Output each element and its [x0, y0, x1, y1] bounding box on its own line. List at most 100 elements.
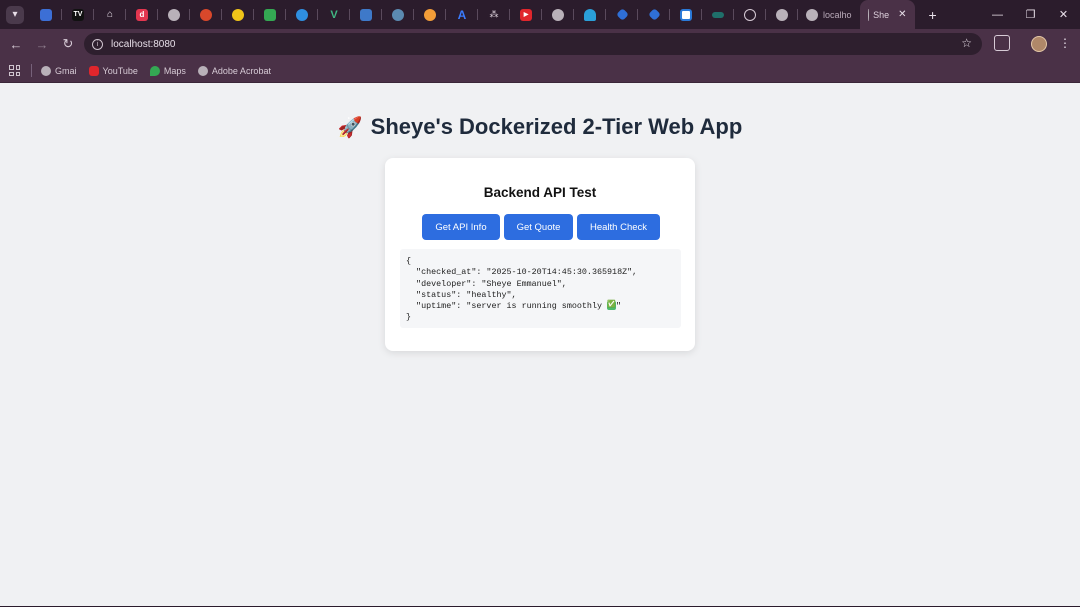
bookmark-youtube[interactable]: YouTube	[88, 65, 138, 76]
globe-icon	[197, 65, 208, 76]
bookmark-gmail[interactable]: Gmai	[41, 65, 77, 76]
app-favicon-icon	[712, 11, 724, 18]
new-tab-plus-icon[interactable]: +	[929, 7, 937, 23]
api-test-card: Backend API Test Get API Info Get Quote …	[385, 158, 695, 351]
json-line-end: "	[616, 301, 622, 312]
browser-toolbar: ← → ↻ i localhost:8080 ☆ ⋮	[0, 29, 1080, 59]
extensions-puzzle-icon[interactable]	[994, 35, 1010, 51]
restore-icon[interactable]: ❐	[1014, 0, 1047, 29]
globe-icon	[806, 8, 818, 21]
youtube-icon	[88, 65, 99, 76]
gear-favicon-icon	[200, 8, 212, 21]
apps-grid-icon[interactable]	[9, 65, 20, 76]
page-favicon-icon	[40, 8, 52, 21]
json-line: "developer": "Sheye Emmanuel",	[406, 278, 567, 289]
back-arrow-icon[interactable]: ←	[3, 31, 29, 57]
tab-pinned[interactable]	[638, 0, 670, 29]
aperture-icon	[744, 8, 756, 21]
tab-localhost[interactable]: localho	[798, 0, 860, 29]
reload-icon[interactable]: ↻	[55, 31, 81, 57]
globe-icon	[41, 65, 51, 76]
tab-pinned[interactable]: ⌂	[94, 0, 126, 29]
tab-pinned[interactable]: A	[446, 0, 478, 29]
site-info-icon[interactable]: i	[92, 38, 103, 50]
bookmark-star-icon[interactable]: ☆	[961, 36, 972, 50]
tab-pinned[interactable]	[702, 0, 734, 29]
json-line: "status": "healthy",	[406, 289, 517, 300]
app-favicon-icon	[296, 8, 308, 21]
json-response-output: { "checked_at": "2025-10-20T14:45:30.365…	[400, 249, 681, 328]
maps-icon	[149, 65, 160, 76]
tab-pinned[interactable]: ⁂	[478, 0, 510, 29]
page-title: 🚀 Sheye's Dockerized 2-Tier Web App	[0, 114, 1080, 140]
tab-pinned[interactable]: d	[126, 0, 158, 29]
tab-active[interactable]: She ✕	[859, 0, 915, 29]
tab-pinned[interactable]	[158, 0, 190, 29]
health-check-button[interactable]: Health Check	[577, 214, 660, 240]
close-icon[interactable]: ✕	[898, 9, 906, 20]
letter-a-icon: A	[457, 7, 467, 22]
globe-icon	[776, 8, 788, 21]
tab-pinned[interactable]	[190, 0, 222, 29]
tab-pinned[interactable]	[734, 0, 766, 29]
bag-icon	[680, 8, 692, 21]
tab-label: localho	[823, 9, 852, 20]
tab-pinned[interactable]	[350, 0, 382, 29]
page-content: 🚀 Sheye's Dockerized 2-Tier Web App Backe…	[0, 84, 1080, 606]
emoji-favicon-icon	[232, 8, 244, 21]
home-icon: ⌂	[106, 9, 114, 20]
minimize-icon[interactable]: —	[981, 0, 1014, 29]
json-line-text: "uptime": "server is running smoothly	[406, 301, 608, 312]
globe-icon	[552, 8, 564, 21]
forward-arrow-icon[interactable]: →	[29, 31, 55, 57]
diamond-icon	[647, 8, 661, 21]
bookmark-label: Maps	[163, 65, 186, 76]
json-line: "checked_at": "2025-10-20T14:45:30.36591…	[406, 267, 638, 278]
network-icon	[360, 8, 372, 21]
nodes-icon: ⁂	[489, 9, 499, 19]
get-quote-button[interactable]: Get Quote	[504, 214, 573, 240]
address-bar[interactable]: i localhost:8080 ☆	[84, 33, 982, 55]
tab-pinned[interactable]	[254, 0, 286, 29]
vue-icon: V	[330, 8, 338, 21]
tab-pinned[interactable]	[382, 0, 414, 29]
globe-icon	[867, 8, 869, 21]
diamond-icon	[615, 8, 629, 21]
tab-pinned[interactable]	[286, 0, 318, 29]
tab-pinned[interactable]	[574, 0, 606, 29]
bookmarks-divider	[31, 64, 32, 77]
tab-pinned[interactable]	[542, 0, 574, 29]
bookmark-maps[interactable]: Maps	[149, 65, 186, 76]
bookmark-label: Adobe Acrobat	[211, 65, 271, 76]
app-favicon-icon: d	[136, 8, 148, 21]
tab-strip: ▾ TV ⌂ d V A ⁂ ▶ localho She ✕ + — ❐ ✕	[0, 0, 1080, 29]
tab-pinned[interactable]	[222, 0, 254, 29]
tab-pinned[interactable]	[670, 0, 702, 29]
globe-icon	[168, 8, 180, 21]
profile-avatar[interactable]	[1031, 36, 1047, 52]
tab-pinned[interactable]: TV	[62, 0, 94, 29]
json-line: }	[406, 312, 412, 323]
tab-pinned[interactable]	[414, 0, 446, 29]
tab-search-chevron-icon[interactable]: ▾	[6, 5, 24, 24]
bookmark-label: Gmai	[55, 65, 77, 76]
app-favicon-icon	[392, 8, 404, 21]
get-api-info-button[interactable]: Get API Info	[422, 214, 500, 240]
tab-pinned[interactable]	[766, 0, 798, 29]
rocket-icon: 🚀	[337, 117, 363, 139]
window-controls: — ❐ ✕	[981, 0, 1080, 29]
google-drive-icon	[264, 8, 276, 21]
bookmark-label: YouTube	[102, 65, 138, 76]
bookmark-adobe-acrobat[interactable]: Adobe Acrobat	[197, 65, 271, 76]
button-row: Get API Info Get Quote Health Check	[422, 214, 660, 240]
tab-pinned[interactable]	[606, 0, 638, 29]
window-close-icon[interactable]: ✕	[1047, 0, 1080, 29]
tab-label: She	[873, 9, 890, 20]
url-text[interactable]: localhost:8080	[111, 39, 176, 50]
card-title: Backend API Test	[483, 185, 597, 200]
tab-pinned[interactable]: V	[318, 0, 350, 29]
tab-pinned[interactable]: ▶	[510, 0, 542, 29]
tab-pinned[interactable]	[30, 0, 62, 29]
page-title-text: Sheye's Dockerized 2-Tier Web App	[370, 114, 743, 139]
menu-kebab-icon[interactable]: ⋮	[1059, 36, 1071, 50]
